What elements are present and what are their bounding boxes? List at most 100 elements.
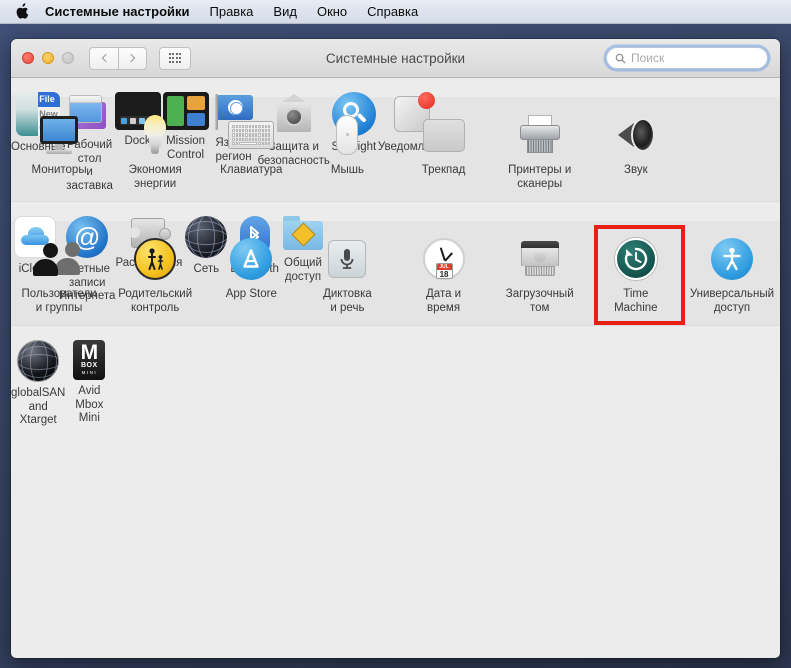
- pane-label: globalSAN and Xtarget: [11, 387, 65, 428]
- time-machine-icon: [612, 235, 660, 283]
- pane-dock[interactable]: Dock: [114, 86, 162, 92]
- pane-label: Дата и время: [426, 288, 461, 315]
- pane-label: Трекпад: [422, 164, 466, 178]
- mbox-glyph-mini: MINI: [82, 370, 98, 376]
- pane-label: Мышь: [331, 164, 364, 178]
- search-icon: [615, 53, 626, 64]
- users-groups-icon: [35, 235, 83, 283]
- pane-label: Экономия энергии: [129, 164, 182, 191]
- minimize-button[interactable]: [42, 52, 54, 64]
- pane-spotlight[interactable]: Spotlight: [330, 86, 378, 92]
- pane-row: iCloud @ Учетные записи Интернета Расшир…: [11, 202, 23, 221]
- pane-startup-disk[interactable]: Загрузочный том: [492, 229, 588, 315]
- chevron-right-icon: [127, 54, 135, 62]
- pane-label: Диктовка и речь: [323, 288, 372, 315]
- search-placeholder: Поиск: [631, 51, 664, 65]
- pane-label: Мониторы: [32, 164, 87, 178]
- pane-security-privacy[interactable]: Защита и безопасность: [258, 86, 330, 92]
- pane-label: App Store: [226, 288, 277, 302]
- pane-notifications[interactable]: Уведомления: [378, 86, 450, 92]
- pane-internet-accounts[interactable]: @ Учетные записи Интернета: [59, 210, 115, 216]
- pane-label: Клавиатура: [220, 164, 282, 178]
- pane-label: Родительский контроль: [118, 288, 192, 315]
- pane-mouse[interactable]: Мышь: [299, 105, 395, 191]
- search-container: Поиск: [606, 47, 768, 69]
- pane-label: Универсальный доступ: [690, 288, 774, 315]
- pane-time-machine[interactable]: Time Machine: [588, 229, 684, 315]
- pane-sharing[interactable]: Общий доступ: [279, 210, 327, 216]
- globalsan-xtarget-icon: [14, 340, 62, 382]
- pane-accessibility[interactable]: Универсальный доступ: [684, 229, 780, 315]
- navigation-buttons: [89, 47, 147, 70]
- pane-row: Пользователи и группы Родительский контр…: [11, 221, 780, 326]
- keyboard-icon: [227, 111, 275, 159]
- mouse-icon: [323, 111, 371, 159]
- pane-users-groups[interactable]: Пользователи и группы: [11, 229, 107, 315]
- calendar-badge: JUL 18: [436, 263, 453, 279]
- startup-disk-icon: [516, 235, 564, 283]
- trackpad-icon: [420, 111, 468, 159]
- pane-desktop-screensaver[interactable]: Рабочий стол и заставка: [66, 86, 114, 92]
- pane-row: globalSAN and Xtarget M BOX MINI Avid Mb…: [11, 326, 23, 344]
- zoom-button[interactable]: [62, 52, 74, 64]
- pane-dictation-speech[interactable]: Диктовка и речь: [299, 229, 395, 315]
- search-input[interactable]: Поиск: [606, 47, 768, 69]
- pane-label: Звук: [624, 164, 648, 178]
- pane-globalsan-xtarget[interactable]: globalSAN and Xtarget: [11, 334, 65, 340]
- pane-label: Пользователи и группы: [22, 288, 97, 315]
- preference-panes-grid: FileNewOpe Основные Рабочий стол и заста…: [11, 78, 780, 658]
- accessibility-icon: [708, 235, 756, 283]
- displays-icon: [35, 111, 83, 159]
- pane-label: Загрузочный том: [506, 288, 574, 315]
- menu-item-edit[interactable]: Правка: [200, 0, 264, 23]
- pane-app-store[interactable]: App Store: [203, 229, 299, 315]
- pane-label: Avid Mbox Mini: [65, 385, 113, 426]
- mbox-glyph-box: BOX: [81, 362, 98, 370]
- show-all-button[interactable]: [159, 47, 191, 70]
- window-titlebar[interactable]: Системные настройки Поиск: [11, 39, 780, 78]
- back-button[interactable]: [89, 47, 118, 70]
- pane-mission-control[interactable]: Mission Control: [162, 86, 210, 92]
- app-store-icon: [227, 235, 275, 283]
- dictation-speech-icon: [323, 235, 371, 283]
- pane-printers-scanners[interactable]: Принтеры и сканеры: [492, 105, 588, 191]
- pane-trackpad[interactable]: Трекпад: [396, 105, 492, 191]
- pane-icloud[interactable]: iCloud: [11, 210, 59, 216]
- pane-date-time[interactable]: JUL 18 Дата и время: [396, 229, 492, 315]
- menu-bar: Системные настройки Правка Вид Окно Спра…: [0, 0, 791, 24]
- forward-button[interactable]: [118, 47, 147, 70]
- avid-mbox-mini-icon: M BOX MINI: [65, 340, 113, 380]
- pane-row: Мониторы Экономия энергии: [11, 97, 780, 202]
- pane-energy-saver[interactable]: Экономия энергии: [107, 105, 203, 191]
- pane-extensions[interactable]: Расширения: [115, 210, 182, 216]
- pane-keyboard[interactable]: Клавиатура: [203, 105, 299, 191]
- menu-item-system-preferences[interactable]: Системные настройки: [43, 0, 200, 23]
- sound-icon: [612, 111, 660, 159]
- mbox-glyph-m: M: [81, 344, 99, 362]
- pane-language-region[interactable]: Язык и регион: [210, 86, 258, 92]
- chevron-left-icon: [101, 54, 109, 62]
- pane-sound[interactable]: Звук: [588, 105, 684, 191]
- pane-empty: [684, 105, 780, 191]
- badge-day: 18: [437, 270, 452, 279]
- parental-controls-icon: [131, 235, 179, 283]
- pane-displays[interactable]: Мониторы: [11, 105, 107, 191]
- pane-label: Принтеры и сканеры: [508, 164, 571, 191]
- energy-saver-icon: [131, 111, 179, 159]
- menu-item-window[interactable]: Окно: [307, 0, 357, 23]
- menu-item-view[interactable]: Вид: [263, 0, 307, 23]
- close-button[interactable]: [22, 52, 34, 64]
- menu-item-help[interactable]: Справка: [357, 0, 428, 23]
- pane-row: FileNewOpe Основные Рабочий стол и заста…: [11, 78, 23, 97]
- pane-label: Time Machine: [614, 288, 657, 315]
- pane-bluetooth[interactable]: Bluetooth: [230, 210, 279, 216]
- date-time-icon: JUL 18: [420, 235, 468, 283]
- printers-scanners-icon: [516, 111, 564, 159]
- pane-general[interactable]: FileNewOpe Основные: [11, 86, 66, 92]
- pane-network[interactable]: Сеть: [182, 210, 230, 216]
- grid-icon: [169, 53, 182, 62]
- pane-parental-controls[interactable]: Родительский контроль: [107, 229, 203, 315]
- traffic-lights: [22, 52, 74, 64]
- pane-avid-mbox-mini[interactable]: M BOX MINI Avid Mbox Mini: [65, 334, 113, 340]
- apple-logo-icon[interactable]: [14, 2, 29, 19]
